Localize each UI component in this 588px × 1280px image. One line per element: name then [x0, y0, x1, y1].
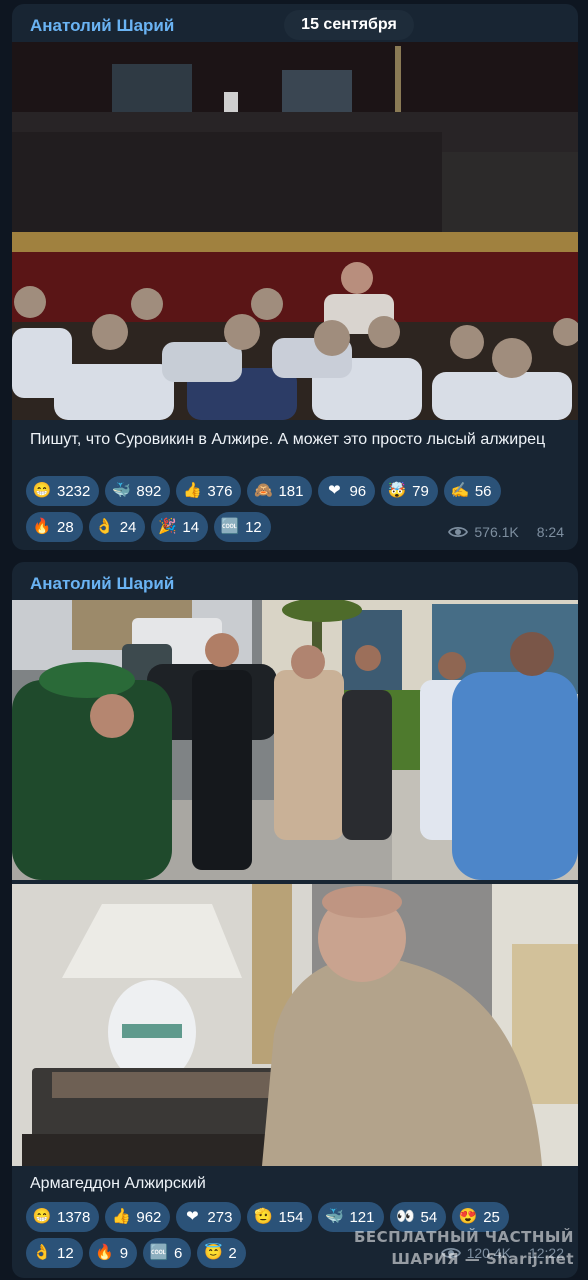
whale-icon: 🐳 — [325, 1208, 344, 1225]
reaction-count: 9 — [119, 1244, 129, 1262]
reaction-button[interactable]: 🐳 892 — [105, 476, 171, 506]
ok-hand-icon: 👌 — [95, 518, 115, 535]
reaction-button[interactable]: 🔥 9 — [88, 1238, 138, 1268]
reaction-count: 14 — [182, 518, 200, 536]
party-popper-icon: 🎉 — [158, 518, 177, 535]
reaction-button[interactable]: ❤ 273 — [176, 1202, 242, 1232]
ok-hand-icon: 👌 — [32, 1244, 52, 1261]
reaction-count: 154 — [278, 1208, 304, 1226]
reaction-count: 2 — [228, 1244, 237, 1262]
post-photo-hall[interactable] — [12, 42, 578, 420]
reaction-count: 96 — [349, 482, 367, 500]
photo-reading-image — [12, 884, 578, 1166]
pointing-hand-icon: 🫡 — [254, 1208, 273, 1225]
reaction-button[interactable]: 🙈 181 — [247, 476, 313, 506]
fire-icon: 🔥 — [95, 1244, 115, 1261]
post-photo-reading[interactable] — [12, 884, 578, 1166]
reaction-count: 181 — [278, 482, 304, 500]
reaction-count: 892 — [136, 482, 162, 500]
reaction-count: 3232 — [57, 482, 91, 500]
exploding-head-icon: 🤯 — [387, 482, 407, 499]
reaction-button[interactable]: 😁 3232 — [26, 476, 100, 506]
see-no-evil-monkey-icon: 🙈 — [254, 482, 273, 499]
whale-icon: 🐳 — [112, 482, 131, 499]
heart-eyes-icon: 😍 — [458, 1208, 478, 1225]
reaction-button[interactable]: 🆒 12 — [214, 512, 271, 542]
reaction-button[interactable]: 🤯 79 — [381, 476, 438, 506]
reaction-count: 1378 — [57, 1208, 91, 1226]
reaction-count: 376 — [207, 482, 233, 500]
message-meta: 576.1K 8:24 — [448, 524, 564, 540]
reaction-button[interactable]: 🔥 28 — [26, 512, 83, 542]
reaction-count: 24 — [119, 518, 137, 536]
grin-icon: 😁 — [32, 1208, 52, 1225]
reaction-button[interactable]: 🆒 6 — [143, 1238, 192, 1268]
watermark-line: БЕСПЛАТНЫЙ ЧАСТНЫЙ — [353, 1228, 574, 1246]
sender-name[interactable]: Анатолий Шарий — [30, 16, 174, 36]
reaction-button[interactable]: 😇 2 — [197, 1238, 246, 1268]
post-caption: Армагеддон Алжирский — [30, 1175, 206, 1192]
fire-icon: 🔥 — [32, 518, 52, 535]
watermark-line: ШАРИЯ — Sharij.net — [391, 1250, 574, 1268]
reaction-count: 56 — [474, 482, 492, 500]
reaction-button[interactable]: 🫡 154 — [247, 1202, 313, 1232]
reaction-button[interactable]: ❤ 96 — [318, 476, 376, 506]
post-photo-street[interactable] — [12, 600, 578, 880]
photo-hall-image — [12, 42, 578, 420]
photo-street-image — [12, 600, 578, 880]
reaction-button[interactable]: 👍 962 — [105, 1202, 171, 1232]
watermark: БЕСПЛАТНЫЙ ЧАСТНЫЙ ШАРИЯ — Sharij.net — [354, 1226, 574, 1270]
view-count: 576.1K — [474, 524, 519, 540]
sender-name[interactable]: Анатолий Шарий — [30, 574, 174, 594]
post-caption: Пишут, что Суровикин в Алжире. А может э… — [30, 431, 546, 448]
reaction-count: 79 — [412, 482, 429, 500]
reaction-count: 6 — [174, 1244, 183, 1262]
cool-icon: 🆒 — [149, 1244, 169, 1261]
reaction-button[interactable]: 👌 12 — [26, 1238, 83, 1268]
reaction-count: 12 — [245, 518, 262, 536]
heart-icon: ❤ — [328, 482, 341, 499]
reaction-button[interactable]: 👌 24 — [88, 512, 146, 542]
thumbs-up-icon: 👍 — [112, 1208, 131, 1225]
angel-face-icon: 😇 — [204, 1244, 223, 1261]
reaction-button[interactable]: 😁 1378 — [26, 1202, 100, 1232]
eyes-icon: 👀 — [396, 1208, 415, 1225]
reactions-row: 😁 3232 🐳 892 👍 376 🙈 181 ❤ 96 🤯 79 ✍ 56 — [26, 476, 564, 506]
writing-hand-icon: ✍ — [450, 482, 470, 499]
message-bubble-1[interactable]: Анатолий Шарий Пишут, что Суровикин в Ал… — [12, 4, 578, 550]
timestamp: 8:24 — [536, 524, 564, 540]
reaction-button[interactable]: 🎉 14 — [151, 512, 209, 542]
reaction-count: 25 — [483, 1208, 500, 1226]
reaction-count: 962 — [136, 1208, 162, 1226]
eye-icon — [448, 525, 469, 539]
reaction-button[interactable]: ✍ 56 — [443, 476, 501, 506]
cool-icon: 🆒 — [220, 518, 240, 535]
thumbs-up-icon: 👍 — [183, 482, 202, 499]
reaction-count: 54 — [420, 1208, 438, 1226]
reaction-button[interactable]: 👍 376 — [176, 476, 242, 506]
grin-icon: 😁 — [32, 482, 52, 499]
heart-icon: ❤ — [186, 1208, 199, 1225]
reaction-count: 121 — [349, 1208, 375, 1226]
reaction-count: 28 — [57, 518, 74, 536]
reaction-count: 12 — [57, 1244, 74, 1262]
message-bubble-2[interactable]: Анатолий Шарий Армагеддон Алжирский 😁 13… — [12, 562, 578, 1278]
reaction-count: 273 — [207, 1208, 233, 1226]
date-pill: 15 сентября — [284, 10, 414, 40]
